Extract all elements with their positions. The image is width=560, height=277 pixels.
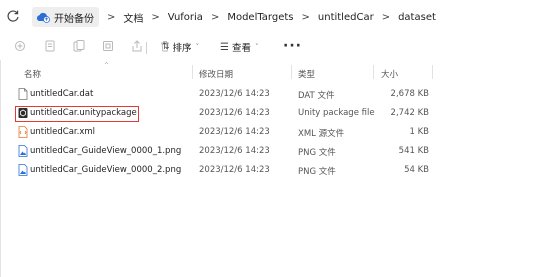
column-divider[interactable] — [291, 65, 292, 79]
image-file-icon — [18, 164, 28, 176]
column-divider[interactable] — [373, 65, 374, 79]
file-size: 2,742 KB — [390, 108, 429, 118]
file-row[interactable]: untitledCar.xml 2023/12/6 14:23 XML 源文件 … — [0, 123, 440, 142]
column-divider[interactable] — [432, 65, 433, 79]
file-type: PNG 文件 — [298, 148, 336, 158]
toolbar-divider — [146, 42, 147, 54]
share-icon[interactable] — [130, 39, 144, 53]
cut-icon[interactable] — [43, 39, 57, 53]
file-date: 2023/12/6 14:23 — [199, 146, 270, 156]
breadcrumb-item-documents[interactable]: 文档 — [123, 10, 143, 25]
view-label: 查看 — [231, 43, 251, 54]
xml-file-icon — [18, 126, 28, 138]
file-type: XML 源文件 — [298, 129, 345, 139]
onedrive-backup-icon — [36, 12, 50, 23]
sort-ascending-icon: ^ — [104, 62, 110, 69]
file-type: PNG 文件 — [298, 167, 336, 177]
file-size: 1 KB — [409, 127, 429, 137]
breadcrumb-item-modeltargets[interactable]: ModelTargets — [227, 12, 293, 23]
file-row[interactable]: untitledCar.dat 2023/12/6 14:23 DAT 文件 2… — [0, 85, 440, 104]
chevron-right-icon[interactable]: > — [302, 12, 310, 23]
chevron-down-icon: ˅ — [195, 43, 200, 51]
view-button[interactable]: ☰ 查看 ˅ — [220, 39, 258, 55]
file-date: 2023/12/6 14:23 — [199, 165, 270, 175]
column-header-size[interactable]: 大小 — [381, 68, 398, 80]
file-date: 2023/12/6 14:23 — [199, 108, 270, 118]
sort-button[interactable]: ⇅ 排序 ˅ — [162, 39, 199, 55]
file-size: 2,678 KB — [390, 89, 429, 99]
breadcrumb-item-vuforia[interactable]: Vuforia — [168, 12, 203, 23]
file-name: untitledCar.dat — [30, 89, 94, 99]
file-name: untitledCar_GuideView_0000_2.png — [30, 165, 182, 175]
more-options-button[interactable]: ··· — [283, 38, 302, 54]
file-type: DAT 文件 — [298, 91, 335, 101]
file-name: untitledCar.xml — [30, 127, 96, 137]
column-header-date[interactable]: 修改日期 — [199, 68, 233, 80]
column-header-name[interactable]: 名称 — [24, 68, 41, 80]
breadcrumb: 开始备份 > 文档 > Vuforia > ModelTargets > unt… — [32, 6, 436, 28]
breadcrumb-item-untitledcar[interactable]: untitledCar — [318, 12, 374, 23]
file-name: untitledCar_GuideView_0000_1.png — [30, 146, 182, 156]
address-bar: 开始备份 > 文档 > Vuforia > ModelTargets > unt… — [0, 0, 560, 34]
file-icon — [18, 88, 28, 100]
view-icon: ☰ — [220, 41, 229, 53]
chevron-right-icon[interactable]: > — [107, 12, 115, 23]
file-row[interactable]: untitledCar_GuideView_0000_2.png 2023/12… — [0, 161, 440, 180]
chevron-right-icon[interactable]: > — [151, 12, 159, 23]
file-type: Unity package file — [298, 108, 375, 118]
paste-icon[interactable] — [101, 39, 115, 53]
sort-icon: ⇅ — [162, 42, 170, 52]
chevron-right-icon[interactable]: > — [211, 12, 219, 23]
sort-label: 排序 — [172, 43, 192, 54]
copy-icon[interactable] — [72, 39, 86, 53]
highlight-box — [15, 106, 139, 122]
file-size: 54 KB — [404, 165, 429, 175]
breadcrumb-home[interactable]: 开始备份 — [32, 7, 99, 27]
new-icon[interactable] — [13, 39, 27, 53]
breadcrumb-item-backup[interactable]: 开始备份 — [54, 10, 94, 25]
file-size: 541 KB — [398, 146, 429, 156]
chevron-right-icon[interactable]: > — [382, 12, 390, 23]
image-file-icon — [18, 145, 28, 157]
column-divider[interactable] — [192, 65, 193, 79]
column-header-row: ^ 名称 修改日期 类型 大小 — [0, 60, 440, 82]
file-row[interactable]: untitledCar_GuideView_0000_1.png 2023/12… — [0, 142, 440, 161]
command-bar: ⇅ 排序 ˅ ☰ 查看 ˅ ··· — [0, 34, 560, 60]
chevron-down-icon: ˅ — [254, 43, 259, 51]
file-date: 2023/12/6 14:23 — [199, 127, 270, 137]
file-date: 2023/12/6 14:23 — [199, 89, 270, 99]
column-header-type[interactable]: 类型 — [298, 68, 315, 80]
breadcrumb-item-dataset[interactable]: dataset — [398, 12, 436, 23]
refresh-icon[interactable] — [6, 9, 20, 23]
